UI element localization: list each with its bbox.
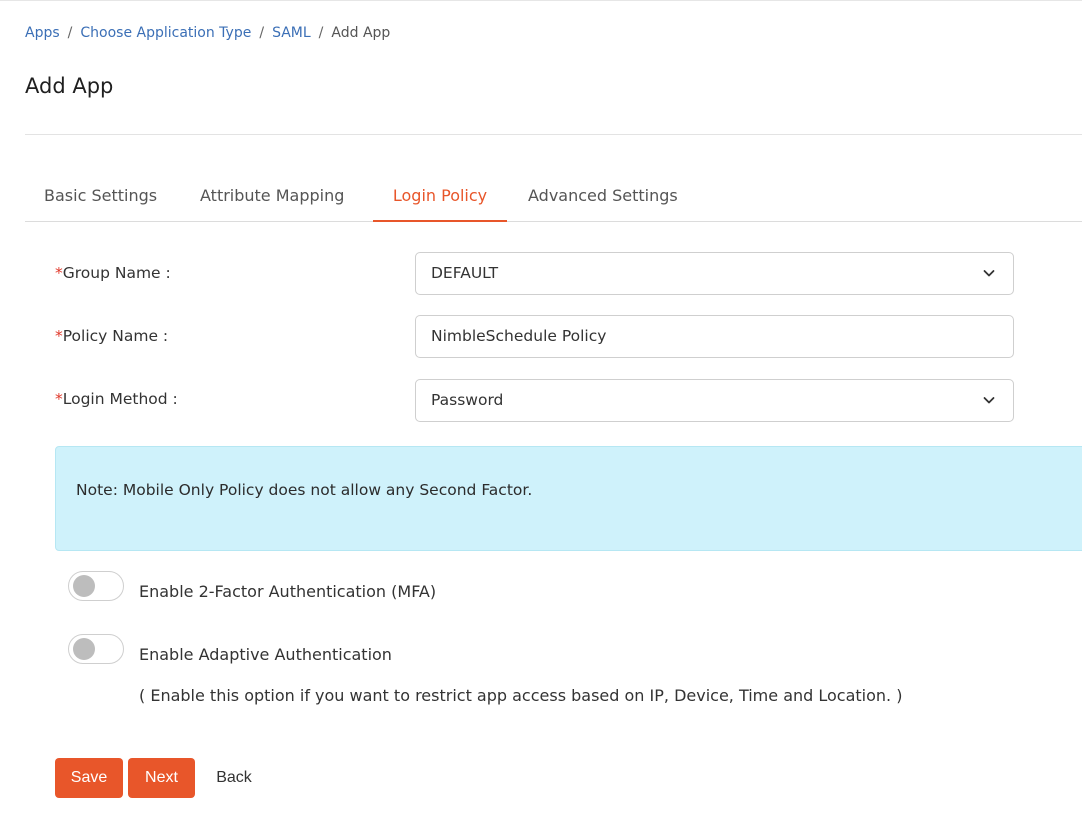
required-marker: *: [55, 264, 63, 282]
login-method-label: *Login Method :: [55, 389, 178, 409]
info-note: Note: Mobile Only Policy does not allow …: [55, 446, 1082, 551]
breadcrumb-current: Add App: [331, 25, 391, 41]
note-text: Note: Mobile Only Policy does not allow …: [76, 481, 533, 499]
policy-name-label: *Policy Name :: [55, 326, 168, 346]
save-button[interactable]: Save: [55, 758, 123, 798]
login-method-value: Password: [431, 391, 504, 409]
adaptive-auth-toggle[interactable]: [68, 634, 124, 664]
breadcrumb-saml[interactable]: SAML: [272, 25, 311, 41]
breadcrumb: Apps / Choose Application Type / SAML / Add Ap…: [25, 24, 390, 42]
required-marker: *: [55, 390, 63, 408]
chevron-down-icon: [983, 270, 995, 277]
group-name-select[interactable]: DEFAULT: [415, 252, 1014, 295]
breadcrumb-separator: /: [318, 25, 324, 41]
title-divider: [25, 134, 1082, 135]
mfa-toggle[interactable]: [68, 571, 124, 601]
tab-attribute-mapping[interactable]: Attribute Mapping: [200, 176, 344, 222]
tab-bar: Basic Settings Attribute Mapping Login P…: [25, 176, 1082, 222]
group-name-label-text: Group Name :: [62, 264, 171, 282]
policy-name-label-text: Policy Name :: [62, 327, 169, 345]
breadcrumb-apps[interactable]: Apps: [25, 25, 60, 41]
breadcrumb-separator: /: [67, 25, 73, 41]
mfa-toggle-label: Enable 2-Factor Authentication (MFA): [139, 582, 437, 601]
login-method-label-text: Login Method :: [62, 390, 178, 408]
group-name-value: DEFAULT: [431, 264, 499, 282]
tab-basic-settings[interactable]: Basic Settings: [44, 176, 157, 222]
adaptive-auth-hint: ( Enable this option if you want to rest…: [139, 686, 903, 705]
page-title: Add App: [25, 74, 114, 98]
policy-name-value: NimbleSchedule Policy: [431, 327, 607, 345]
required-marker: *: [55, 327, 63, 345]
tab-advanced-settings[interactable]: Advanced Settings: [528, 176, 678, 222]
top-border: [0, 0, 1082, 1]
policy-name-input[interactable]: NimbleSchedule Policy: [415, 315, 1014, 358]
next-button[interactable]: Next: [128, 758, 195, 798]
breadcrumb-separator: /: [259, 25, 265, 41]
group-name-label: *Group Name :: [55, 263, 171, 283]
toggle-knob: [73, 575, 95, 597]
chevron-down-icon: [983, 397, 995, 404]
tab-login-policy[interactable]: Login Policy: [373, 176, 507, 222]
back-button[interactable]: Back: [205, 758, 263, 798]
login-method-select[interactable]: Password: [415, 379, 1014, 422]
adaptive-auth-toggle-label: Enable Adaptive Authentication: [139, 645, 392, 664]
toggle-knob: [73, 638, 95, 660]
breadcrumb-choose-application-type[interactable]: Choose Application Type: [80, 25, 251, 41]
